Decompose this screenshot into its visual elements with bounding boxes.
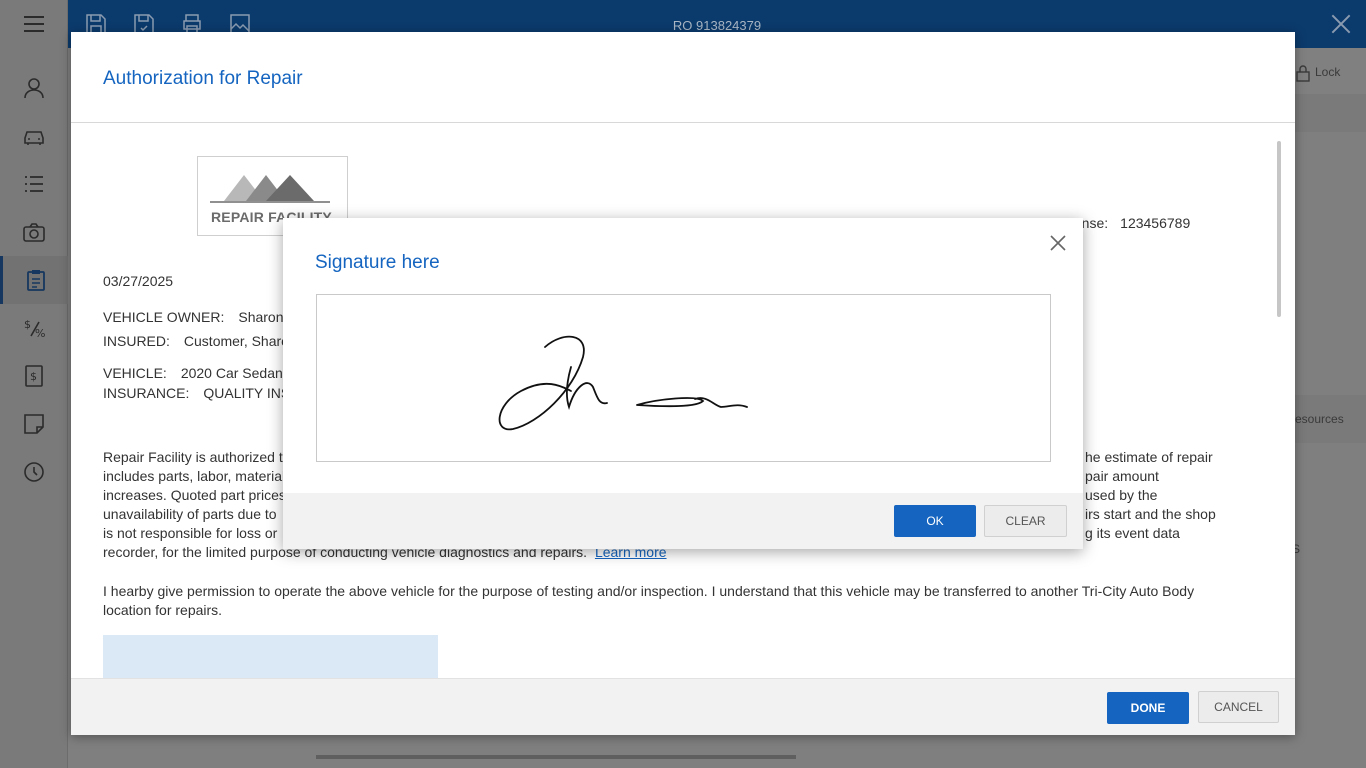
- signature-field[interactable]: [103, 635, 438, 678]
- modal-header: Authorization for Repair: [71, 32, 1295, 123]
- clear-button[interactable]: CLEAR: [984, 505, 1067, 537]
- list-icon[interactable]: [0, 160, 68, 208]
- date: 03/27/2025: [103, 273, 174, 289]
- rates-icon[interactable]: $%: [0, 304, 68, 352]
- lock-area[interactable]: Lock: [1295, 48, 1366, 94]
- mountain-logo-icon: [210, 175, 330, 203]
- ok-button[interactable]: OK: [894, 505, 976, 537]
- signature-canvas[interactable]: [316, 294, 1051, 462]
- clipboard-icon[interactable]: [0, 256, 68, 304]
- modal-title: Authorization for Repair: [103, 68, 303, 89]
- menu-icon[interactable]: [0, 0, 68, 48]
- vehicle-owner: VEHICLE OWNER: Sharon C: [103, 309, 298, 325]
- ro-title: RO 913824379: [672, 18, 762, 33]
- svg-text:$: $: [30, 370, 37, 383]
- history-icon[interactable]: [0, 448, 68, 496]
- svg-text:$: $: [24, 318, 31, 331]
- insured: INSURED: Customer, Sharo: [103, 333, 289, 349]
- close-icon[interactable]: [1328, 11, 1354, 37]
- insurance: INSURANCE: QUALITY INSU: [103, 385, 301, 401]
- done-button[interactable]: DONE: [1107, 692, 1189, 724]
- camera-icon[interactable]: [0, 208, 68, 256]
- signature-dialog-title: Signature here: [315, 252, 440, 273]
- vehicle: VEHICLE: 2020 Car Sedan I: [103, 365, 291, 381]
- lock-label: Lock: [1315, 65, 1341, 79]
- customer-icon[interactable]: [0, 64, 68, 112]
- note-icon[interactable]: [0, 400, 68, 448]
- signature-dialog-footer: OK CLEAR: [283, 493, 1083, 549]
- cancel-button[interactable]: CANCEL: [1198, 691, 1279, 723]
- modal-footer: DONE CANCEL: [71, 678, 1295, 735]
- left-nav-rail: $% $: [0, 0, 68, 768]
- vehicle-icon[interactable]: [0, 112, 68, 160]
- signature-dialog: Signature here OK CLEAR: [283, 218, 1083, 549]
- paragraph-2: I hearby give permission to operate the …: [103, 583, 1195, 618]
- scrollbar[interactable]: [1277, 141, 1281, 317]
- signature-stroke: [498, 335, 748, 431]
- resources-tab[interactable]: esources: [1295, 395, 1366, 443]
- svg-text:%: %: [35, 327, 45, 340]
- lock-icon: [1296, 65, 1310, 82]
- invoice-icon[interactable]: $: [0, 352, 68, 400]
- close-icon[interactable]: [1047, 232, 1069, 254]
